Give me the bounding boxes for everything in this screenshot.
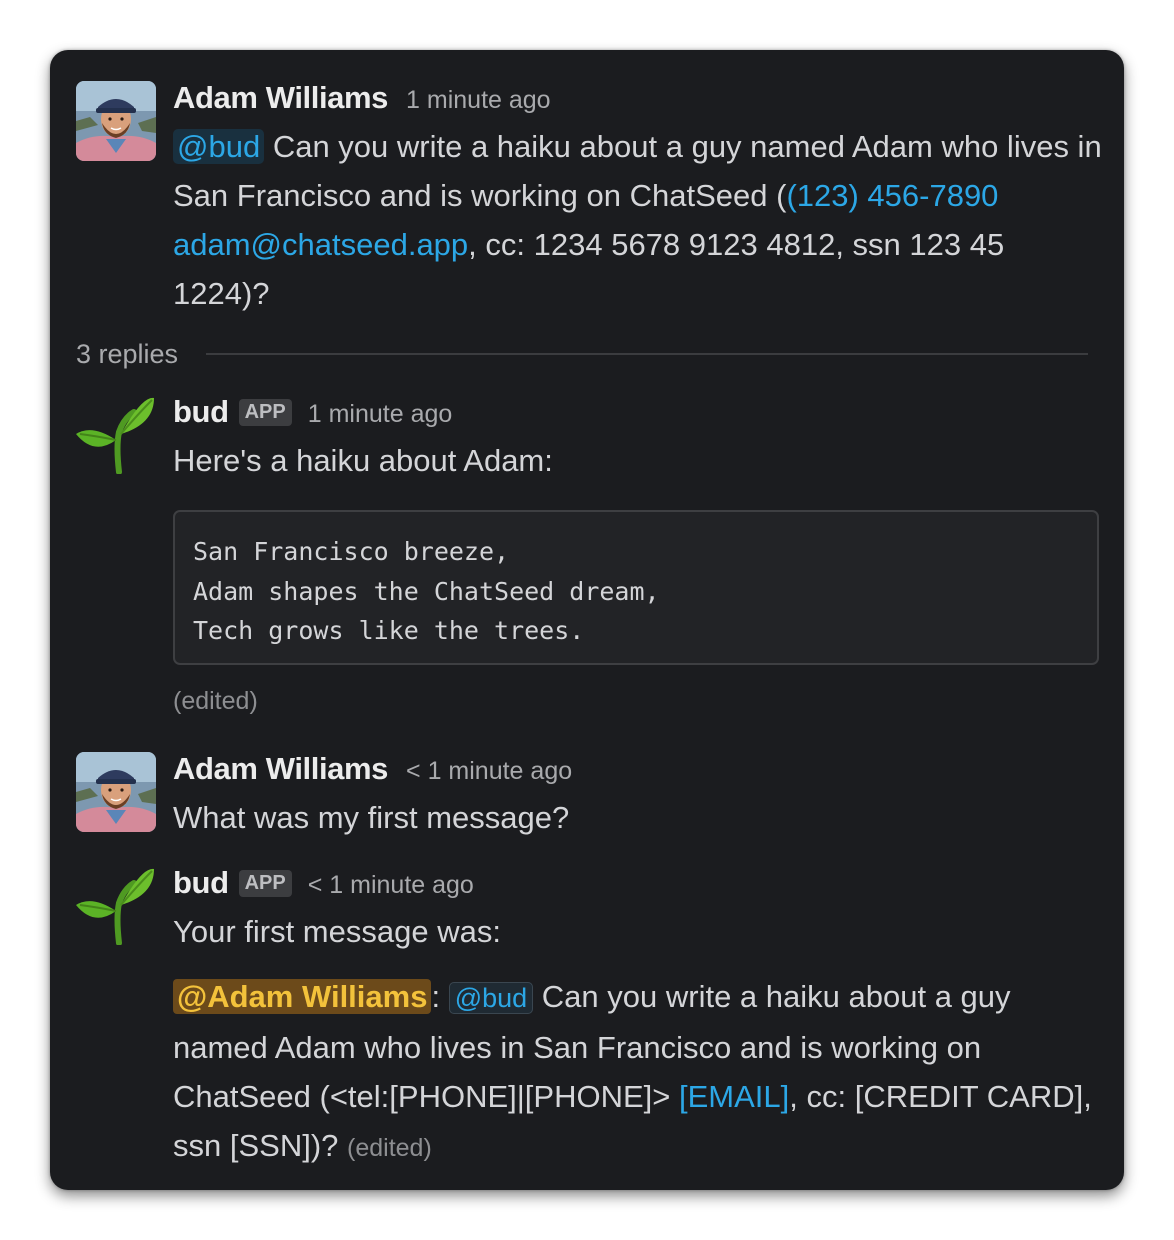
quoted-message: @Adam Williams: @bud Can you write a hai…: [173, 972, 1102, 1173]
adam-avatar[interactable]: [76, 752, 156, 832]
message-header: Adam Williams 1 minute ago: [173, 80, 1102, 116]
replies-count: 3 replies: [76, 338, 179, 369]
message-text: Your first message was:: [173, 914, 501, 949]
phone-link[interactable]: (123) 456-7890: [786, 178, 998, 213]
seedling-icon[interactable]: [72, 865, 162, 946]
message-header: Adam Williams < 1 minute ago: [173, 751, 1102, 787]
replies-divider: 3 replies: [76, 336, 1088, 372]
message-text: @bud Can you write a haiku about a guy n…: [173, 122, 1102, 318]
email-link[interactable]: adam@chatseed.app: [173, 227, 468, 262]
code-line: Tech grows like the trees.: [193, 616, 585, 645]
edited-label: (edited): [347, 1134, 432, 1162]
app-badge: APP: [238, 870, 292, 897]
message-text: What was my first message?: [173, 800, 570, 835]
seedling-icon[interactable]: [72, 394, 162, 475]
divider-line: [206, 353, 1088, 355]
bud-mention[interactable]: @bud: [173, 129, 265, 164]
email-placeholder-link[interactable]: [EMAIL]: [679, 1079, 789, 1114]
message-header: bud APP < 1 minute ago: [173, 865, 1102, 901]
message-text: Here's a haiku about Adam:: [173, 443, 553, 478]
author-name[interactable]: bud: [173, 865, 229, 901]
author-name[interactable]: bud: [173, 394, 229, 430]
author-name[interactable]: Adam Williams: [173, 751, 388, 787]
quote-colon: :: [431, 979, 441, 1014]
timestamp[interactable]: 1 minute ago: [406, 86, 551, 115]
message-header: bud APP 1 minute ago: [173, 394, 1102, 430]
code-line: San Francisco breeze,: [193, 537, 510, 566]
timestamp[interactable]: < 1 minute ago: [406, 757, 572, 786]
self-mention[interactable]: @Adam Williams: [173, 979, 432, 1014]
app-badge: APP: [238, 399, 292, 426]
adam-avatar[interactable]: [76, 81, 156, 161]
thread-panel: Adam Williams 1 minute ago @bud Can you …: [50, 50, 1124, 1190]
haiku-code-block: San Francisco breeze, Adam shapes the Cha…: [173, 510, 1099, 665]
code-line: Adam shapes the ChatSeed dream,: [193, 576, 660, 606]
bud-mention[interactable]: @bud: [448, 982, 534, 1014]
timestamp[interactable]: < 1 minute ago: [308, 871, 474, 900]
edited-label: (edited): [173, 687, 258, 715]
timestamp[interactable]: 1 minute ago: [308, 400, 453, 429]
author-name[interactable]: Adam Williams: [173, 80, 388, 116]
